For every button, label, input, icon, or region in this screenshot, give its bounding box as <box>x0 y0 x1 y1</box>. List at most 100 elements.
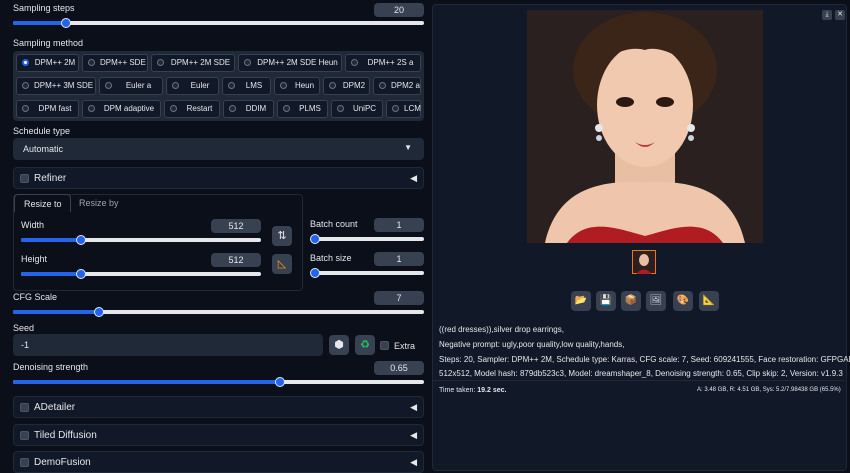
refiner-accordion[interactable]: Refiner ◀ <box>13 167 424 189</box>
sampler-option[interactable]: LMS <box>222 77 271 95</box>
memory-stats: A: 3.48 GB, R: 4.51 GB, Sys: 5.2/7.98438… <box>697 387 841 393</box>
send-to-inpaint-button[interactable]: 🎨 <box>673 291 693 311</box>
sampling-steps-number[interactable]: 20 <box>374 3 424 17</box>
batch-size-thumb[interactable] <box>310 268 320 278</box>
download-icon[interactable]: ⤓ <box>822 10 832 20</box>
send-to-img2img-button[interactable]: 🖼 <box>646 291 666 311</box>
time-taken-label: Time taken: <box>439 387 476 394</box>
collapse-arrow-icon: ◀ <box>410 173 417 183</box>
sampling-steps-thumb[interactable] <box>61 18 72 28</box>
tiled-diffusion-checkbox[interactable] <box>20 431 29 440</box>
tab-resize-by[interactable]: Resize by <box>79 198 119 208</box>
sampling-method-label: Sampling method <box>13 38 84 48</box>
image-icon: 🖼 <box>649 295 663 306</box>
adetailer-checkbox[interactable] <box>20 403 29 412</box>
sampling-method-radio-group: DPM++ 2M DPM++ SDE DPM++ 2M SDE DPM++ 2M… <box>13 51 424 121</box>
sampler-option[interactable]: DPM2 a <box>373 77 421 95</box>
denoising-thumb[interactable] <box>275 377 286 387</box>
adetailer-accordion[interactable]: ADetailer ◀ <box>13 396 424 418</box>
swap-dimensions-button[interactable]: ⇅ <box>272 226 292 246</box>
extra-seed-label: Extra <box>394 341 416 351</box>
width-thumb[interactable] <box>76 235 86 245</box>
save-button[interactable]: 💾 <box>596 291 616 311</box>
demofusion-accordion[interactable]: DemoFusion ◀ <box>13 451 424 473</box>
seed-input[interactable]: -1 <box>13 334 323 356</box>
recycle-icon: ♻ <box>360 339 370 351</box>
sampler-option[interactable]: Euler <box>166 77 219 95</box>
close-icon[interactable]: ✕ <box>835 10 845 20</box>
cfg-scale-thumb[interactable] <box>94 307 105 317</box>
tiled-diffusion-accordion[interactable]: Tiled Diffusion ◀ <box>13 424 424 446</box>
reuse-seed-button[interactable]: ♻ <box>355 335 375 355</box>
denoising-number[interactable]: 0.65 <box>374 361 424 375</box>
sampler-option[interactable]: DPM adaptive <box>82 100 161 118</box>
extra-seed-checkbox[interactable] <box>380 341 389 350</box>
sampler-option[interactable]: DDIM <box>223 100 274 118</box>
image-thumbnail[interactable] <box>632 250 656 274</box>
sampler-option[interactable]: UniPC <box>331 100 383 118</box>
width-slider[interactable] <box>21 235 261 245</box>
height-fill <box>21 272 81 276</box>
send-to-extras-button[interactable]: 📐 <box>699 291 719 311</box>
info-params-2: 512x512, Model hash: 879db523c3, Model: … <box>439 369 843 378</box>
batch-count-slider[interactable] <box>310 234 424 244</box>
zip-button[interactable]: 📦 <box>621 291 641 311</box>
adetailer-label: ADetailer <box>34 402 76 413</box>
seed-label: Seed <box>13 323 35 333</box>
sampler-option[interactable]: LCM <box>386 100 421 118</box>
ruler-icon: 📐 <box>702 295 716 306</box>
sampler-option[interactable]: DPM fast <box>16 100 79 118</box>
sampler-option[interactable]: Restart <box>164 100 220 118</box>
sampler-option[interactable]: DPM++ SDE <box>82 54 148 72</box>
sampling-steps-label: Sampling steps <box>13 3 75 13</box>
width-number[interactable]: 512 <box>211 219 261 233</box>
sampler-option[interactable]: Euler a <box>99 77 163 95</box>
sampling-steps-slider[interactable] <box>13 18 424 28</box>
sampler-option[interactable]: DPM2 <box>323 77 370 95</box>
open-folder-button[interactable]: 📂 <box>571 291 591 311</box>
batch-count-number[interactable]: 1 <box>374 218 424 232</box>
sampler-option[interactable]: PLMS <box>277 100 328 118</box>
schedule-type-label: Schedule type <box>13 126 71 136</box>
height-thumb[interactable] <box>76 269 86 279</box>
sampler-option[interactable]: DPM++ 2M <box>16 54 79 72</box>
tiled-diffusion-label: Tiled Diffusion <box>34 430 97 441</box>
batch-count-thumb[interactable] <box>310 234 320 244</box>
collapse-arrow-icon: ◀ <box>410 457 417 467</box>
schedule-type-dropdown[interactable]: Automatic ▼ <box>13 138 424 160</box>
sampler-option[interactable]: DPM++ 2S a <box>345 54 421 72</box>
demofusion-checkbox[interactable] <box>20 458 29 467</box>
cfg-scale-slider[interactable] <box>13 307 424 317</box>
generated-image[interactable] <box>527 10 763 243</box>
batch-count-label: Batch count <box>310 219 358 229</box>
refiner-checkbox[interactable] <box>20 174 29 183</box>
demofusion-label: DemoFusion <box>34 457 91 468</box>
cfg-scale-label: CFG Scale <box>13 292 58 302</box>
save-icon: 💾 <box>599 295 613 306</box>
batch-size-label: Batch size <box>310 253 352 263</box>
info-negative-prompt: Negative prompt: ugly,poor quality,low q… <box>439 340 625 349</box>
divider <box>432 380 845 381</box>
sampling-steps-fill <box>13 21 67 25</box>
cfg-scale-fill <box>13 310 100 314</box>
seed-value: -1 <box>21 340 30 350</box>
height-slider[interactable] <box>21 269 261 279</box>
sampler-option[interactable]: Heun <box>274 77 320 95</box>
batch-size-slider[interactable] <box>310 268 424 278</box>
palette-icon: 🎨 <box>676 295 690 306</box>
batch-size-number[interactable]: 1 <box>374 252 424 266</box>
aspect-ratio-button[interactable]: ◺ <box>272 254 292 274</box>
folder-icon: 📂 <box>574 295 588 306</box>
random-seed-button[interactable]: ⬢ <box>329 335 349 355</box>
height-number[interactable]: 512 <box>211 253 261 267</box>
denoising-label: Denoising strength <box>13 362 89 372</box>
sampler-option[interactable]: DPM++ 3M SDE <box>16 77 96 95</box>
cfg-scale-number[interactable]: 7 <box>374 291 424 305</box>
tab-resize-to[interactable]: Resize to <box>14 194 71 212</box>
time-taken: Time taken: 19.2 sec. <box>439 387 506 394</box>
denoising-slider[interactable] <box>13 377 424 387</box>
sampler-option[interactable]: DPM++ 2M SDE Heun <box>238 54 342 72</box>
time-taken-value: 19.2 sec. <box>477 387 507 394</box>
sampler-option[interactable]: DPM++ 2M SDE <box>151 54 235 72</box>
dice-icon: ⬢ <box>334 339 344 351</box>
